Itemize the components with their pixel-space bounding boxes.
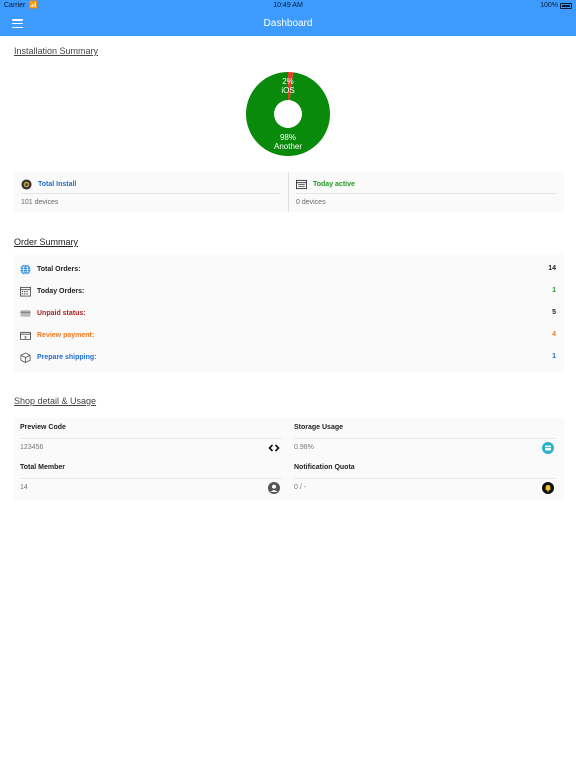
- order-row-shipping[interactable]: Prepare shipping: 1: [20, 351, 556, 363]
- clock: 10:49 AM: [273, 2, 303, 9]
- review-payment-label: Review payment:: [37, 331, 95, 339]
- bell-icon: [542, 482, 554, 494]
- total-member-value: 14: [20, 484, 28, 491]
- total-install-value: 101 devices: [21, 199, 59, 206]
- total-install-cell[interactable]: Total Install 101 devices: [14, 172, 288, 212]
- installation-summary-title: Installation Summary: [14, 46, 99, 56]
- box-icon: [20, 351, 31, 363]
- another-category-label: Another: [273, 142, 303, 151]
- ios-category-label: iOS: [281, 86, 295, 95]
- prepare-shipping-value: 1: [552, 353, 556, 360]
- battery-icon: [560, 3, 572, 9]
- total-install-label: Total Install: [38, 180, 77, 188]
- ios-percent-label: 2%: [282, 77, 294, 86]
- unpaid-status-value: 5: [552, 309, 556, 316]
- divider: [294, 478, 556, 479]
- navigation-bar: Dashboard: [0, 12, 576, 36]
- notification-quota-label: Notification Quota: [294, 464, 355, 471]
- calendar-icon: [20, 286, 31, 296]
- today-orders-value: 1: [552, 287, 556, 294]
- storage-usage-label: Storage Usage: [294, 424, 344, 431]
- preview-code-label: Preview Code: [20, 424, 66, 431]
- status-bar: Carrier 📶 10:49 AM 100%: [0, 0, 576, 12]
- donut-hole: [274, 100, 302, 128]
- card-icon: [20, 309, 31, 317]
- user-icon: [268, 482, 280, 494]
- shop-detail-title: Shop detail & Usage: [14, 396, 97, 406]
- preview-code-cell[interactable]: Preview Code 123456: [14, 418, 286, 456]
- storage-icon: [542, 442, 554, 454]
- wallet-icon: $: [20, 331, 31, 340]
- divider: [21, 193, 280, 194]
- today-orders-label: Today Orders:: [37, 287, 85, 295]
- svg-text:$: $: [24, 335, 26, 339]
- today-active-header: Today active: [296, 178, 355, 190]
- notification-quota-value: 0 / -: [294, 484, 307, 491]
- page-title: Dashboard: [263, 18, 313, 29]
- preview-code-value: 123456: [20, 444, 44, 451]
- order-summary-title: Order Summary: [14, 237, 79, 247]
- notification-quota-cell[interactable]: Notification Quota 0 / -: [288, 458, 560, 496]
- divider: [294, 438, 556, 439]
- battery-percent: 100%: [540, 2, 558, 9]
- today-active-cell[interactable]: Today active 0 devices: [289, 172, 564, 212]
- install-stats-card: Total Install 101 devices Today active 0…: [14, 172, 564, 212]
- divider: [20, 438, 282, 439]
- storage-usage-value: 0.98%: [294, 444, 314, 451]
- another-percent-label: 98%: [279, 133, 296, 142]
- total-install-header: Total Install: [21, 178, 76, 190]
- total-member-cell[interactable]: Total Member 14: [14, 458, 286, 496]
- globe-icon: [20, 263, 31, 275]
- install-donut-chart: 2% iOS 98% Another: [244, 70, 332, 158]
- today-active-value: 0 devices: [296, 199, 326, 206]
- code-brackets-icon[interactable]: [268, 442, 280, 454]
- browser-window-icon: [296, 179, 307, 189]
- total-member-label: Total Member: [20, 464, 65, 471]
- badge-icon: [21, 178, 32, 190]
- order-row-today[interactable]: Today Orders: 1: [20, 285, 556, 297]
- divider: [296, 193, 556, 194]
- today-active-label: Today active: [313, 180, 355, 188]
- order-row-total[interactable]: Total Orders: 14: [20, 263, 556, 275]
- review-payment-value: 4: [552, 331, 556, 338]
- order-row-review[interactable]: $ Review payment: 4: [20, 329, 556, 341]
- storage-usage-cell[interactable]: Storage Usage 0.98%: [288, 418, 560, 456]
- order-row-unpaid[interactable]: Unpaid status: 5: [20, 307, 556, 319]
- total-orders-label: Total Orders:: [37, 265, 81, 273]
- prepare-shipping-label: Prepare shipping:: [37, 353, 97, 361]
- total-orders-value: 14: [548, 265, 556, 272]
- divider: [20, 478, 282, 479]
- unpaid-status-label: Unpaid status:: [37, 309, 86, 317]
